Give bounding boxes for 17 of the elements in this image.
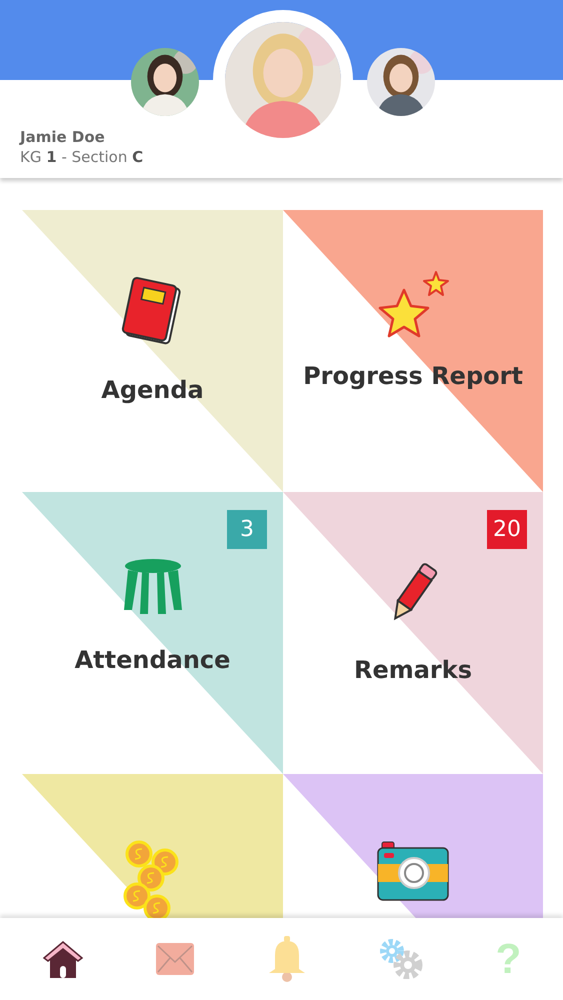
tile-label: Attendance: [74, 646, 230, 674]
tile-label: Progress Report: [303, 362, 523, 390]
camera-icon: [376, 840, 450, 902]
home-icon: [42, 938, 84, 980]
mail-icon: [155, 942, 196, 976]
tile-label: Remarks: [354, 656, 472, 684]
class-section: KG 1 - Section C: [20, 148, 563, 166]
gears-icon: [378, 939, 424, 979]
menu-tile[interactable]: Agenda: [22, 210, 283, 492]
bell-icon: [266, 935, 307, 983]
menu-tile[interactable]: 3 Attendance: [22, 492, 283, 774]
menu-tile[interactable]: 20 Remarks: [283, 492, 543, 774]
student-name: Jamie Doe: [20, 128, 106, 146]
menu-tile[interactable]: Progress Report: [283, 210, 543, 492]
count-badge: 20: [487, 510, 527, 549]
count-badge: 3: [227, 510, 267, 549]
tile-label: Agenda: [101, 376, 204, 404]
